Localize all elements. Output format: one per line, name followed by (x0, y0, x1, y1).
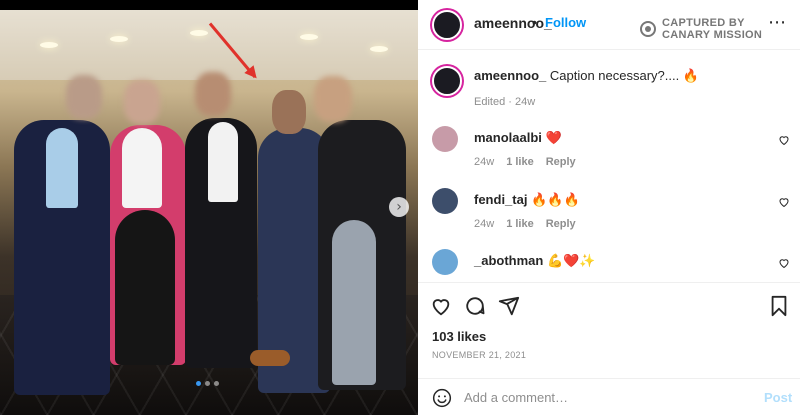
comment-text: fendi_taj 🔥🔥🔥 (474, 192, 580, 208)
commenter-username[interactable]: manolaalbi (474, 130, 542, 145)
person-2-shirt (122, 128, 162, 208)
emoji-icon[interactable] (432, 388, 452, 408)
comment: _abothman 💪❤️✨ (418, 249, 800, 279)
commenter-avatar[interactable] (432, 126, 458, 152)
comment-text: manolaalbi ❤️ (474, 130, 562, 146)
caption-body: Caption necessary?.... 🔥 (546, 68, 700, 83)
post-date: NOVEMBER 21, 2021 (432, 350, 527, 360)
canary-watermark-text: CAPTURED BY CANARY MISSION (662, 17, 763, 41)
comment-time: 24w (474, 218, 495, 230)
add-comment-bar: Post (418, 378, 800, 415)
heart-icon[interactable] (778, 196, 790, 208)
reply-button[interactable]: Reply (546, 156, 576, 168)
blurred-face (195, 72, 231, 116)
comment-body: 🔥🔥🔥 (527, 192, 580, 207)
commenter-username[interactable]: fendi_taj (474, 192, 527, 207)
next-photo-button[interactable]: › (389, 197, 409, 217)
reply-button[interactable]: Reply (546, 218, 576, 230)
commenter-avatar[interactable] (432, 249, 458, 275)
heart-icon[interactable] (778, 134, 790, 146)
post-panel: ameennoo_ • Follow CAPTURED BY CANARY MI… (418, 0, 800, 415)
comment-meta: 24w 1 like Reply (474, 156, 576, 168)
comment-icon[interactable] (464, 295, 486, 317)
comment-text: _abothman 💪❤️✨ (474, 253, 596, 269)
ceiling-light (300, 34, 318, 40)
person-3-shirt (208, 122, 238, 202)
blurred-face (124, 80, 160, 124)
author-avatar[interactable] (432, 10, 462, 40)
caption-username[interactable]: ameennoo_ (474, 68, 546, 83)
ceiling-light (190, 30, 208, 36)
carousel-dot (205, 381, 210, 386)
caption-text: ameennoo_ Caption necessary?.... 🔥 (474, 68, 699, 84)
blurred-face (314, 76, 352, 122)
comment-meta: 24w 1 like Reply (474, 218, 576, 230)
post-header: ameennoo_ • Follow CAPTURED BY CANARY MI… (418, 0, 800, 50)
ceiling-light (40, 42, 58, 48)
caption-meta: Edited · 24w (474, 96, 536, 108)
canary-logo-icon (640, 21, 656, 37)
blurred-face (66, 75, 102, 119)
commenter-avatar[interactable] (432, 188, 458, 214)
comment-likes[interactable]: 1 like (506, 218, 534, 230)
ceiling-light (370, 46, 388, 52)
carousel-dot (196, 381, 201, 386)
comment-input[interactable] (464, 387, 744, 407)
post-actions: 103 likes NOVEMBER 21, 2021 (418, 282, 800, 382)
commenter-username[interactable]: _abothman (474, 253, 543, 268)
post-comment-button[interactable]: Post (764, 390, 792, 405)
comment-time: 24w (474, 156, 495, 168)
separator-dot: • (532, 14, 537, 30)
person-2-trousers (115, 210, 175, 365)
comment: manolaalbi ❤️ 24w 1 like Reply (418, 126, 800, 186)
photo-top-bar (0, 0, 418, 10)
ceiling (0, 0, 418, 80)
person-1-shirt (46, 128, 78, 208)
caption-author-avatar[interactable] (432, 66, 462, 96)
comment: fendi_taj 🔥🔥🔥 24w 1 like Reply (418, 188, 800, 248)
ceiling-light (110, 36, 128, 42)
shoe (250, 350, 290, 366)
post-photo: › (0, 0, 418, 415)
likes-count[interactable]: 103 likes (432, 329, 486, 344)
heart-icon[interactable] (778, 257, 790, 269)
person-5-trousers (332, 220, 376, 385)
like-heart-icon[interactable] (430, 295, 452, 317)
share-icon[interactable] (498, 295, 520, 317)
comment-body: 💪❤️✨ (543, 253, 596, 268)
face (272, 90, 306, 134)
carousel-dot (214, 381, 219, 386)
canary-watermark: CAPTURED BY CANARY MISSION (640, 17, 762, 41)
more-options-icon[interactable]: ⋯ (768, 12, 786, 33)
comment-body: ❤️ (541, 130, 562, 145)
carousel-dots (196, 381, 219, 386)
bookmark-icon[interactable] (768, 295, 790, 317)
follow-button[interactable]: Follow (545, 15, 586, 30)
author-username[interactable]: ameennoo_ (474, 15, 552, 31)
comment-likes[interactable]: 1 like (506, 156, 534, 168)
